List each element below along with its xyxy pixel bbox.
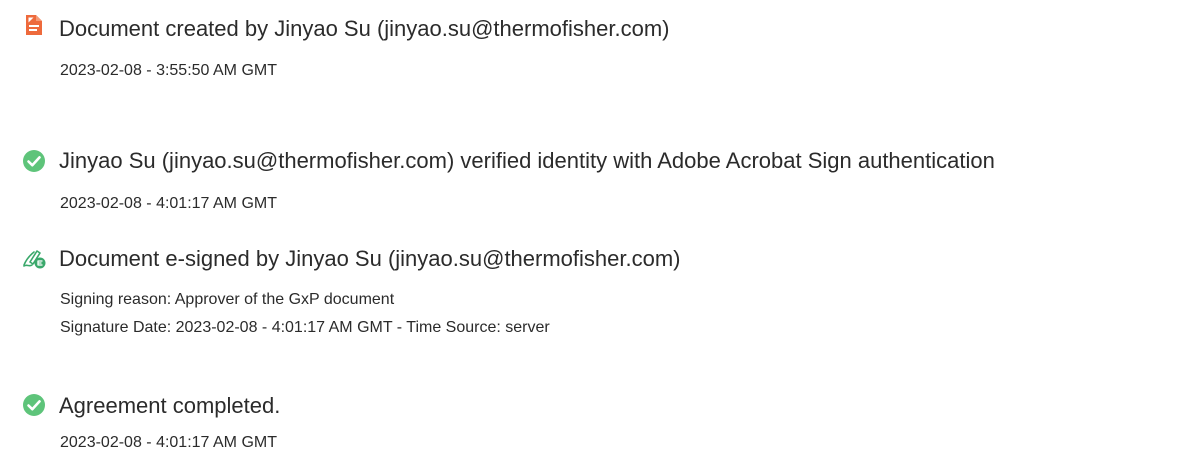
completed-check-icon: [22, 393, 46, 417]
event-title: Agreement completed.: [59, 393, 281, 418]
verified-check-icon: [22, 149, 46, 173]
event-title: Jinyao Su (jinyao.su@thermofisher.com) v…: [59, 148, 995, 173]
event-timestamp: 2023-02-08 - 4:01:17 AM GMT: [60, 195, 277, 212]
signature-date: Signature Date: 2023-02-08 - 4:01:17 AM …: [60, 319, 550, 336]
audit-trail-page: { "colors": { "created_icon": "#ee6a3c",…: [0, 0, 1197, 457]
event-title: Document created by Jinyao Su (jinyao.su…: [59, 16, 670, 41]
event-timestamp: 2023-02-08 - 3:55:50 AM GMT: [60, 62, 277, 79]
document-created-icon: [22, 13, 46, 37]
event-title: Document e-signed by Jinyao Su (jinyao.s…: [59, 246, 681, 271]
event-timestamp: 2023-02-08 - 4:01:17 AM GMT: [60, 434, 277, 451]
signing-reason: Signing reason: Approver of the GxP docu…: [60, 291, 395, 308]
e-signed-pen-icon: [22, 246, 46, 270]
